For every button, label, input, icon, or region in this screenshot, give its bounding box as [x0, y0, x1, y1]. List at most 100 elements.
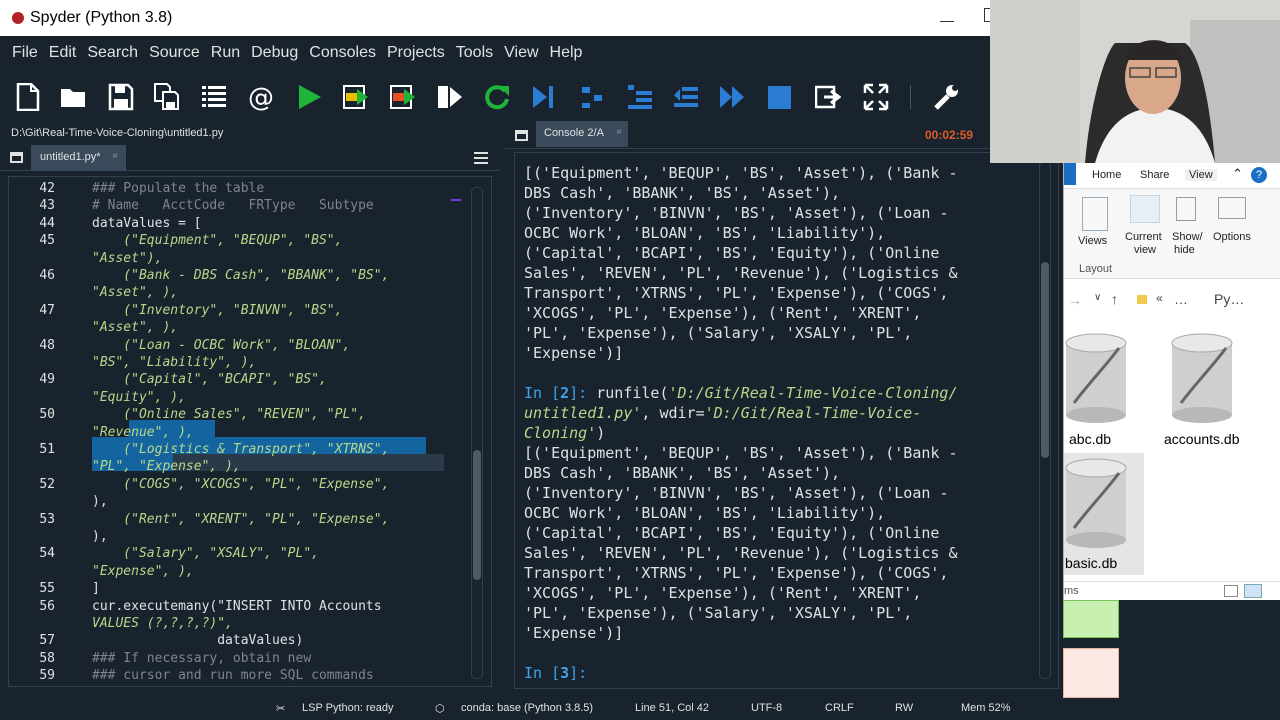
close-icon[interactable]: × [616, 121, 622, 145]
console-line[interactable]: [('Equipment', 'BEQUP', 'BS', 'Asset'), … [524, 163, 1034, 183]
menu-source[interactable]: Source [149, 44, 200, 62]
console-line[interactable] [524, 643, 1034, 663]
menu-tools[interactable]: Tools [456, 44, 493, 62]
tab-share[interactable]: Share [1140, 169, 1169, 181]
current-view-label-1[interactable]: Current [1125, 231, 1162, 243]
menu-view[interactable]: View [504, 44, 538, 62]
code-line[interactable]: ("Salary", "XSALY", "PL", [92, 545, 319, 562]
code-line[interactable]: "PL", "Expense", ), [92, 458, 241, 475]
code-line[interactable]: ("COGS", "XCOGS", "PL", "Expense", [92, 476, 389, 493]
code-line[interactable]: ("Rent", "XRENT", "PL", "Expense", [92, 511, 389, 528]
current-view-icon[interactable] [1130, 195, 1160, 223]
console-output[interactable]: [('Equipment', 'BEQUP', 'BS', 'Asset'), … [524, 163, 1034, 683]
code-line[interactable]: ), [92, 528, 108, 545]
minimize-icon[interactable] [940, 8, 954, 22]
views-icon[interactable] [1082, 197, 1108, 231]
menu-file[interactable]: File [12, 44, 38, 62]
chevron-up-icon[interactable]: ⌃ [1232, 166, 1243, 182]
console-line[interactable]: OCBC Work', 'BLOAN', 'BS', 'Liability'), [524, 503, 1034, 523]
exit-debug-icon[interactable] [814, 83, 842, 111]
run-cell-advance-icon[interactable] [390, 83, 416, 111]
path-overflow[interactable]: « [1156, 291, 1163, 305]
run-icon[interactable] [297, 83, 323, 111]
console-line[interactable]: ('Capital', 'BCAPI', 'BS', 'Equity'), ('… [524, 243, 1034, 263]
console-scrollbar[interactable] [1039, 161, 1051, 679]
menu-search[interactable]: Search [87, 44, 138, 62]
code-line[interactable]: cur.executemany("INSERT INTO Accounts [92, 598, 382, 615]
code-line[interactable]: ), [92, 493, 108, 510]
preferences-icon[interactable] [933, 83, 959, 111]
options-menu-icon[interactable] [474, 152, 488, 164]
database-icon[interactable] [1064, 333, 1130, 423]
console-line[interactable]: In [3]: [524, 663, 1034, 683]
browse-consoles-icon[interactable] [515, 130, 528, 141]
menu-run[interactable]: Run [211, 44, 240, 62]
tab-view[interactable]: View [1185, 169, 1217, 181]
show-hide-label-1[interactable]: Show/ [1172, 231, 1203, 243]
file-basic-db[interactable]: basic.db [1065, 555, 1117, 571]
ipython-console[interactable]: [('Equipment', 'BEQUP', 'BS', 'Asset'), … [514, 152, 1059, 689]
code-line[interactable]: VALUES (?,?,?,?)", [92, 615, 233, 632]
code-line[interactable]: dataValues = [ [92, 215, 202, 232]
editor-scrollbar-thumb[interactable] [473, 450, 481, 580]
open-folder-icon[interactable] [60, 83, 86, 111]
console-scrollbar-thumb[interactable] [1041, 262, 1049, 458]
editor-tab[interactable]: untitled1.py* × [31, 145, 126, 171]
outline-icon[interactable] [201, 83, 227, 111]
code-line[interactable]: "BS", "Liability", ), [92, 354, 256, 371]
menu-projects[interactable]: Projects [387, 44, 445, 62]
code-line[interactable]: ("Capital", "BCAPI", "BS", [92, 371, 327, 388]
console-line[interactable]: Sales', 'REVEN', 'PL', 'Revenue'), ('Log… [524, 263, 1034, 283]
run-selection-icon[interactable] [437, 83, 463, 111]
address-bar[interactable]: → ∨ ↑ « … Py… [1064, 289, 1280, 313]
code-line[interactable]: "Revenue", ), [92, 424, 194, 441]
code-line[interactable]: "Asset", ), [92, 319, 178, 336]
console-tab[interactable]: Console 2/A × [536, 121, 628, 147]
details-view-icon[interactable] [1224, 585, 1238, 597]
code-line[interactable]: "Equity", ), [92, 389, 186, 406]
console-line[interactable]: DBS Cash', 'BBANK', 'BS', 'Asset'), [524, 183, 1034, 203]
code-line[interactable]: ("Equipment", "BEQUP", "BS", [92, 232, 342, 249]
save-icon[interactable] [108, 83, 134, 111]
menu-debug[interactable]: Debug [251, 44, 298, 62]
close-icon[interactable]: × [112, 145, 118, 169]
console-line[interactable]: OCBC Work', 'BLOAN', 'BS', 'Liability'), [524, 223, 1034, 243]
console-line[interactable]: 'PL', 'Expense'), ('Salary', 'XSALY', 'P… [524, 323, 1034, 343]
rerun-icon[interactable] [484, 83, 510, 111]
code-line[interactable]: "Asset"), [92, 250, 162, 267]
console-line[interactable]: 'PL', 'Expense'), ('Salary', 'XSALY', 'P… [524, 603, 1034, 623]
console-line[interactable]: ('Inventory', 'BINVN', 'BS', 'Asset'), (… [524, 483, 1034, 503]
console-line[interactable]: ('Inventory', 'BINVN', 'BS', 'Asset'), (… [524, 203, 1034, 223]
code-line[interactable]: ] [92, 580, 100, 597]
current-view-label-2[interactable]: view [1134, 244, 1156, 256]
code-line[interactable]: "Expense", ), [92, 563, 194, 580]
continue-execution-icon[interactable] [719, 83, 745, 111]
browse-tabs-icon[interactable] [10, 152, 23, 163]
console-line[interactable]: 'XCOGS', 'PL', 'Expense'), ('Rent', 'XRE… [524, 303, 1034, 323]
code-line[interactable]: ("Logistics & Transport", "XTRNS", [92, 441, 389, 458]
code-line[interactable]: ("Loan - OCBC Work", "BLOAN", [92, 337, 350, 354]
options-icon[interactable] [1218, 197, 1246, 219]
code-line[interactable]: "Asset", ), [92, 284, 178, 301]
show-hide-label-2[interactable]: hide [1174, 244, 1195, 256]
console-line[interactable]: 'Expense')] [524, 343, 1034, 363]
options-label[interactable]: Options [1213, 231, 1251, 243]
path-folder[interactable]: Py… [1214, 291, 1244, 307]
up-arrow-icon[interactable]: ↑ [1111, 291, 1118, 307]
forward-icon[interactable]: → [1068, 292, 1082, 308]
code-line[interactable]: ("Bank - DBS Cash", "BBANK", "BS", [92, 267, 389, 284]
code-text[interactable]: ### Populate the table # Name AcctCode FR… [92, 177, 467, 686]
file-tab-marker[interactable] [1064, 163, 1076, 185]
console-line[interactable]: 'XCOGS', 'PL', 'Expense'), ('Rent', 'XRE… [524, 583, 1034, 603]
debug-step-icon[interactable] [531, 83, 557, 111]
continue-icon[interactable] [580, 83, 606, 111]
console-line[interactable]: Transport', 'XTRNS', 'PL', 'Expense'), (… [524, 563, 1034, 583]
step-return-icon[interactable] [673, 83, 699, 111]
fullscreen-icon[interactable] [863, 83, 889, 111]
path-ellipsis[interactable]: … [1174, 291, 1188, 307]
console-line[interactable] [524, 363, 1034, 383]
file-abc-db[interactable]: abc.db [1069, 431, 1111, 447]
large-icons-view-icon[interactable] [1244, 584, 1262, 598]
console-line[interactable]: Sales', 'REVEN', 'PL', 'Revenue'), ('Log… [524, 543, 1034, 563]
save-all-icon[interactable] [154, 83, 180, 111]
